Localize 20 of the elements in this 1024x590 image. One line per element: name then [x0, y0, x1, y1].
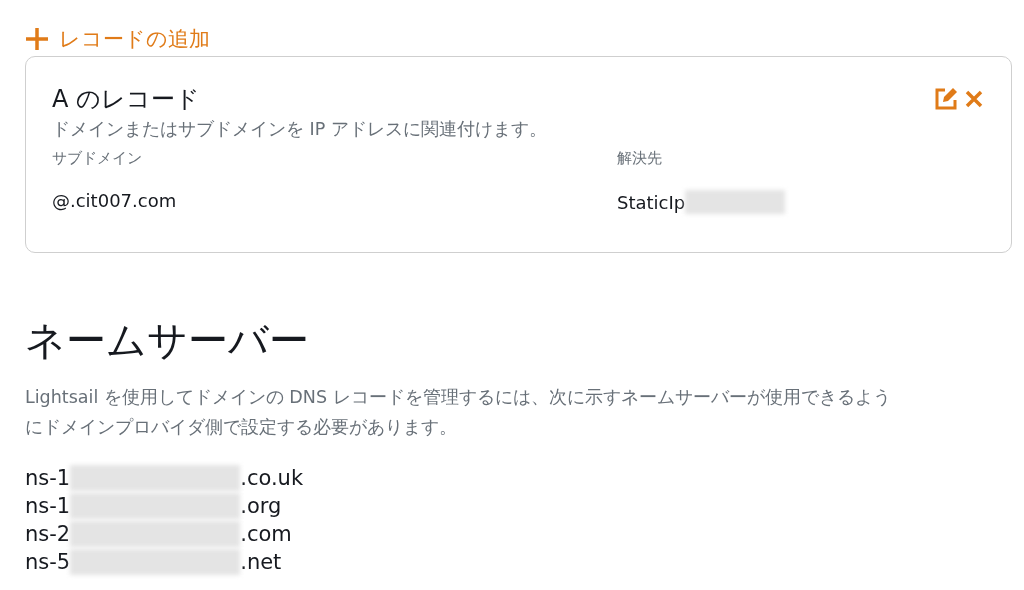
record-description: ドメインまたはサブドメインを IP アドレスに関連付けます。: [52, 118, 548, 141]
nameserver-suffix: .co.uk: [240, 465, 304, 492]
field-value: StaticIp: [617, 191, 686, 213]
edit-icon[interactable]: [933, 86, 959, 112]
nameserver-prefix: ns-1: [25, 465, 71, 492]
nameserver-prefix: ns-2: [25, 521, 71, 548]
close-icon[interactable]: [963, 88, 985, 110]
record-title: A のレコード: [52, 84, 201, 115]
add-record-button[interactable]: レコードの追加: [25, 24, 210, 54]
nameserver-prefix: ns-5: [25, 549, 71, 576]
plus-icon: [25, 27, 49, 51]
section-heading: ネームサーバー: [25, 316, 310, 365]
nameserver-prefix: ns-1: [25, 493, 71, 520]
nameserver-suffix: .com: [240, 521, 292, 548]
nameserver-suffix: .net: [240, 549, 282, 576]
field-label: サブドメイン: [52, 149, 143, 168]
section-description: Lightsail を使用してドメインの DNS レコードを管理するには、次に示すネームサーバーが使用できるようにドメインプロバイダ側で設定する必要があります。: [25, 386, 892, 439]
nameserver-suffix: .org: [240, 493, 282, 520]
field-value: @.cit007.com: [52, 190, 177, 211]
field-label: 解決先: [617, 149, 663, 168]
